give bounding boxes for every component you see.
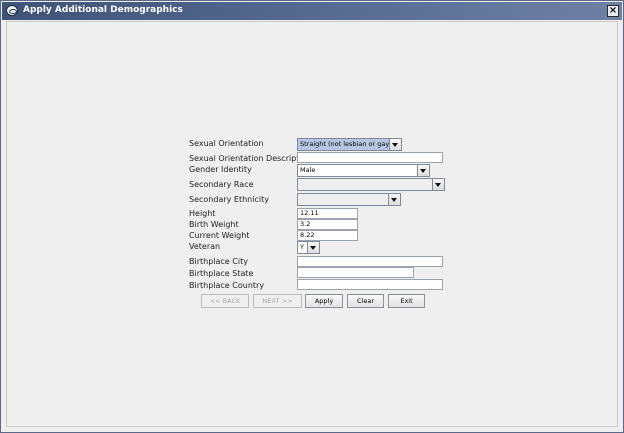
next-button[interactable]: NEXT >>: [253, 294, 302, 308]
dropdown-arrow-icon[interactable]: [389, 139, 401, 150]
birthplace-state-field[interactable]: [297, 267, 414, 278]
app-globe-icon: [6, 5, 18, 16]
form-panel: Sexual Orientation Sexual Orientation De…: [6, 21, 618, 427]
window-title: Apply Additional Demographics: [23, 5, 183, 15]
current-weight-field[interactable]: 8.22: [297, 230, 358, 241]
dropdown-arrow-icon[interactable]: [388, 194, 400, 205]
clear-button[interactable]: Clear: [347, 294, 384, 308]
sexual-orientation-description-field[interactable]: [297, 152, 443, 163]
birthplace-city-field[interactable]: [297, 256, 443, 267]
label-secondary-race: Secondary Race: [189, 180, 254, 189]
secondary-ethnicity-select[interactable]: [297, 193, 401, 206]
label-secondary-ethnicity: Secondary Ethnicity: [189, 195, 269, 204]
label-birthplace-country: Birthplace Country: [189, 281, 265, 290]
label-gender-identity: Gender Identity: [189, 165, 252, 174]
back-button[interactable]: << BACK: [201, 294, 249, 308]
label-veteran: Veteran: [189, 242, 221, 251]
apply-button[interactable]: Apply: [305, 294, 343, 308]
exit-button[interactable]: Exit: [388, 294, 425, 308]
label-current-weight: Current Weight: [189, 231, 250, 240]
label-height: Height: [189, 209, 216, 218]
gender-identity-select[interactable]: Male: [297, 164, 430, 177]
secondary-race-select[interactable]: [297, 178, 445, 191]
label-sexual-orientation-description: Sexual Orientation Description: [189, 154, 312, 163]
dropdown-arrow-icon[interactable]: [307, 242, 319, 253]
height-field[interactable]: 12.11: [297, 208, 358, 219]
sexual-orientation-value: Straight (not lesbian or gay): [300, 140, 392, 148]
gender-identity-value: Male: [300, 166, 316, 174]
birth-weight-field[interactable]: 3.2: [297, 219, 358, 230]
dropdown-arrow-icon[interactable]: [417, 165, 429, 176]
label-birthplace-state: Birthplace State: [189, 269, 254, 278]
label-birthplace-city: Birthplace City: [189, 257, 248, 266]
close-button[interactable]: ×: [607, 5, 619, 17]
dialog-window: Apply Additional Demographics × Sexual O…: [0, 0, 624, 433]
birthplace-country-field[interactable]: [297, 279, 443, 290]
veteran-select[interactable]: Y: [297, 241, 320, 254]
label-birth-weight: Birth Weight: [189, 220, 239, 229]
title-bar[interactable]: Apply Additional Demographics ×: [2, 2, 622, 20]
dropdown-arrow-icon[interactable]: [432, 179, 444, 190]
label-sexual-orientation: Sexual Orientation: [189, 139, 264, 148]
veteran-value: Y: [300, 243, 304, 251]
sexual-orientation-select[interactable]: Straight (not lesbian or gay): [297, 138, 402, 151]
